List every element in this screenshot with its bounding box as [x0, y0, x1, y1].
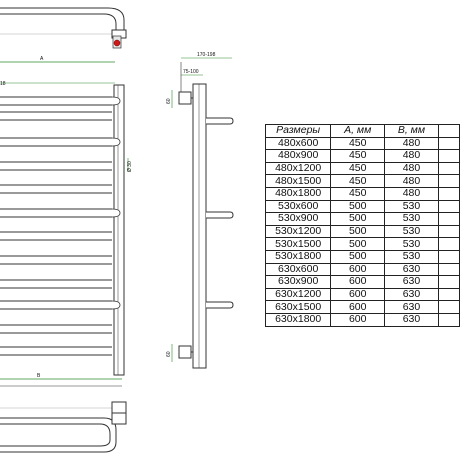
dim-label-170-198: 170-198: [197, 52, 216, 58]
table-row: 480x900 450 480: [264, 149, 460, 163]
cell-b: 480: [384, 149, 439, 163]
cell-b: 480: [384, 174, 439, 188]
dim-label-a: A: [40, 56, 44, 62]
cell-b: 480: [384, 186, 439, 201]
cell-b: 630: [384, 300, 439, 314]
cell-size: 480x1800: [264, 186, 332, 201]
cell-a: 500: [330, 224, 386, 239]
table-row: 530x1800 500 530: [264, 249, 460, 264]
table-row: 530x1500 500 530: [264, 237, 460, 251]
cell-empty: [437, 287, 460, 302]
cell-a: 500: [330, 249, 386, 264]
cell-empty: [437, 136, 460, 151]
cell-empty: [437, 275, 460, 289]
cell-b: 630: [384, 312, 439, 327]
table-header-row: Размеры A, мм B, мм: [264, 124, 460, 138]
cell-a: 450: [330, 136, 386, 151]
side-rails: [206, 117, 234, 309]
front-view: [0, 82, 125, 376]
cell-size: 630x1800: [264, 312, 332, 327]
table-row: 630x600 600 630: [264, 262, 460, 277]
table-row: 480x1500 450 480: [264, 174, 460, 188]
side-view: [178, 83, 207, 369]
table-row: 530x600 500 530: [264, 199, 460, 214]
cell-empty: [437, 300, 460, 314]
cell-empty: [437, 224, 460, 239]
cell-size: 530x1800: [264, 249, 332, 264]
cell-b: 630: [384, 275, 439, 289]
cell-a: 450: [330, 161, 386, 176]
cell-size: 530x600: [264, 199, 332, 214]
cell-empty: [437, 212, 460, 226]
header-sizes: Размеры: [264, 124, 332, 138]
cell-a: 600: [330, 312, 386, 327]
dim-label-g30: Ø 30: [127, 161, 133, 172]
cell-empty: [437, 262, 460, 277]
dim-label-75-100: 75-100: [183, 69, 199, 75]
cell-empty: [437, 149, 460, 163]
cell-b: 480: [384, 161, 439, 176]
cell-size: 630x1200: [264, 287, 332, 302]
table-row: 480x1200 450 480: [264, 161, 460, 176]
dim-label-b: B: [37, 373, 41, 379]
table-row: 630x1800 600 630: [264, 312, 460, 327]
cell-b: 530: [384, 212, 439, 226]
cell-empty: [437, 312, 460, 327]
cell-empty: [437, 237, 460, 251]
cell-a: 600: [330, 287, 386, 302]
header-a: A, мм: [330, 124, 386, 138]
dim-label-60-bottom: 60: [166, 351, 172, 357]
cell-size: 480x1200: [264, 161, 332, 176]
cell-size: 630x600: [264, 262, 332, 277]
cell-a: 600: [330, 275, 386, 289]
dim-label-60-top: 60: [166, 98, 172, 104]
cell-empty: [437, 199, 460, 214]
cell-a: 500: [330, 237, 386, 251]
cell-a: 500: [330, 212, 386, 226]
table-row: 630x1500 600 630: [264, 300, 460, 314]
cell-a: 600: [330, 300, 386, 314]
table-row: 480x1800 450 480: [264, 186, 460, 201]
cell-b: 530: [384, 237, 439, 251]
cell-size: 630x900: [264, 275, 332, 289]
cell-empty: [437, 249, 460, 264]
table-row: 630x1200 600 630: [264, 287, 460, 302]
front-rails: [0, 96, 112, 356]
cell-size: 530x900: [264, 212, 332, 226]
cell-empty: [437, 186, 460, 201]
table-row: 480x600 450 480: [264, 136, 460, 151]
table-row: 630x900 600 630: [264, 275, 460, 289]
cell-empty: [437, 161, 460, 176]
sizes-table: Размеры A, мм B, мм 480x600 450 480 480x900…: [264, 124, 460, 327]
cell-a: 450: [330, 149, 386, 163]
cell-a: 600: [330, 262, 386, 277]
bottom-view: [0, 401, 127, 453]
header-empty: [437, 124, 460, 138]
cell-b: 480: [384, 136, 439, 151]
cell-a: 450: [330, 174, 386, 188]
table-row: 530x1200 500 530: [264, 224, 460, 239]
top-view: [0, 7, 127, 39]
cell-a: 450: [330, 186, 386, 201]
cell-size: 530x1200: [264, 224, 332, 239]
header-b: B, мм: [384, 124, 439, 138]
cell-size: 630x1500: [264, 300, 332, 314]
cell-b: 530: [384, 199, 439, 214]
cell-b: 530: [384, 249, 439, 264]
valve-icon: [112, 35, 122, 49]
table-row: 530x900 500 530: [264, 212, 460, 226]
cell-b: 630: [384, 262, 439, 277]
cell-empty: [437, 174, 460, 188]
cell-b: 630: [384, 287, 439, 302]
cell-size: 480x600: [264, 136, 332, 151]
cell-size: 480x900: [264, 149, 332, 163]
cell-size: 480x1500: [264, 174, 332, 188]
dim-label-18: 18: [0, 81, 6, 87]
cell-b: 530: [384, 224, 439, 239]
cell-a: 500: [330, 199, 386, 214]
cell-size: 530x1500: [264, 237, 332, 251]
